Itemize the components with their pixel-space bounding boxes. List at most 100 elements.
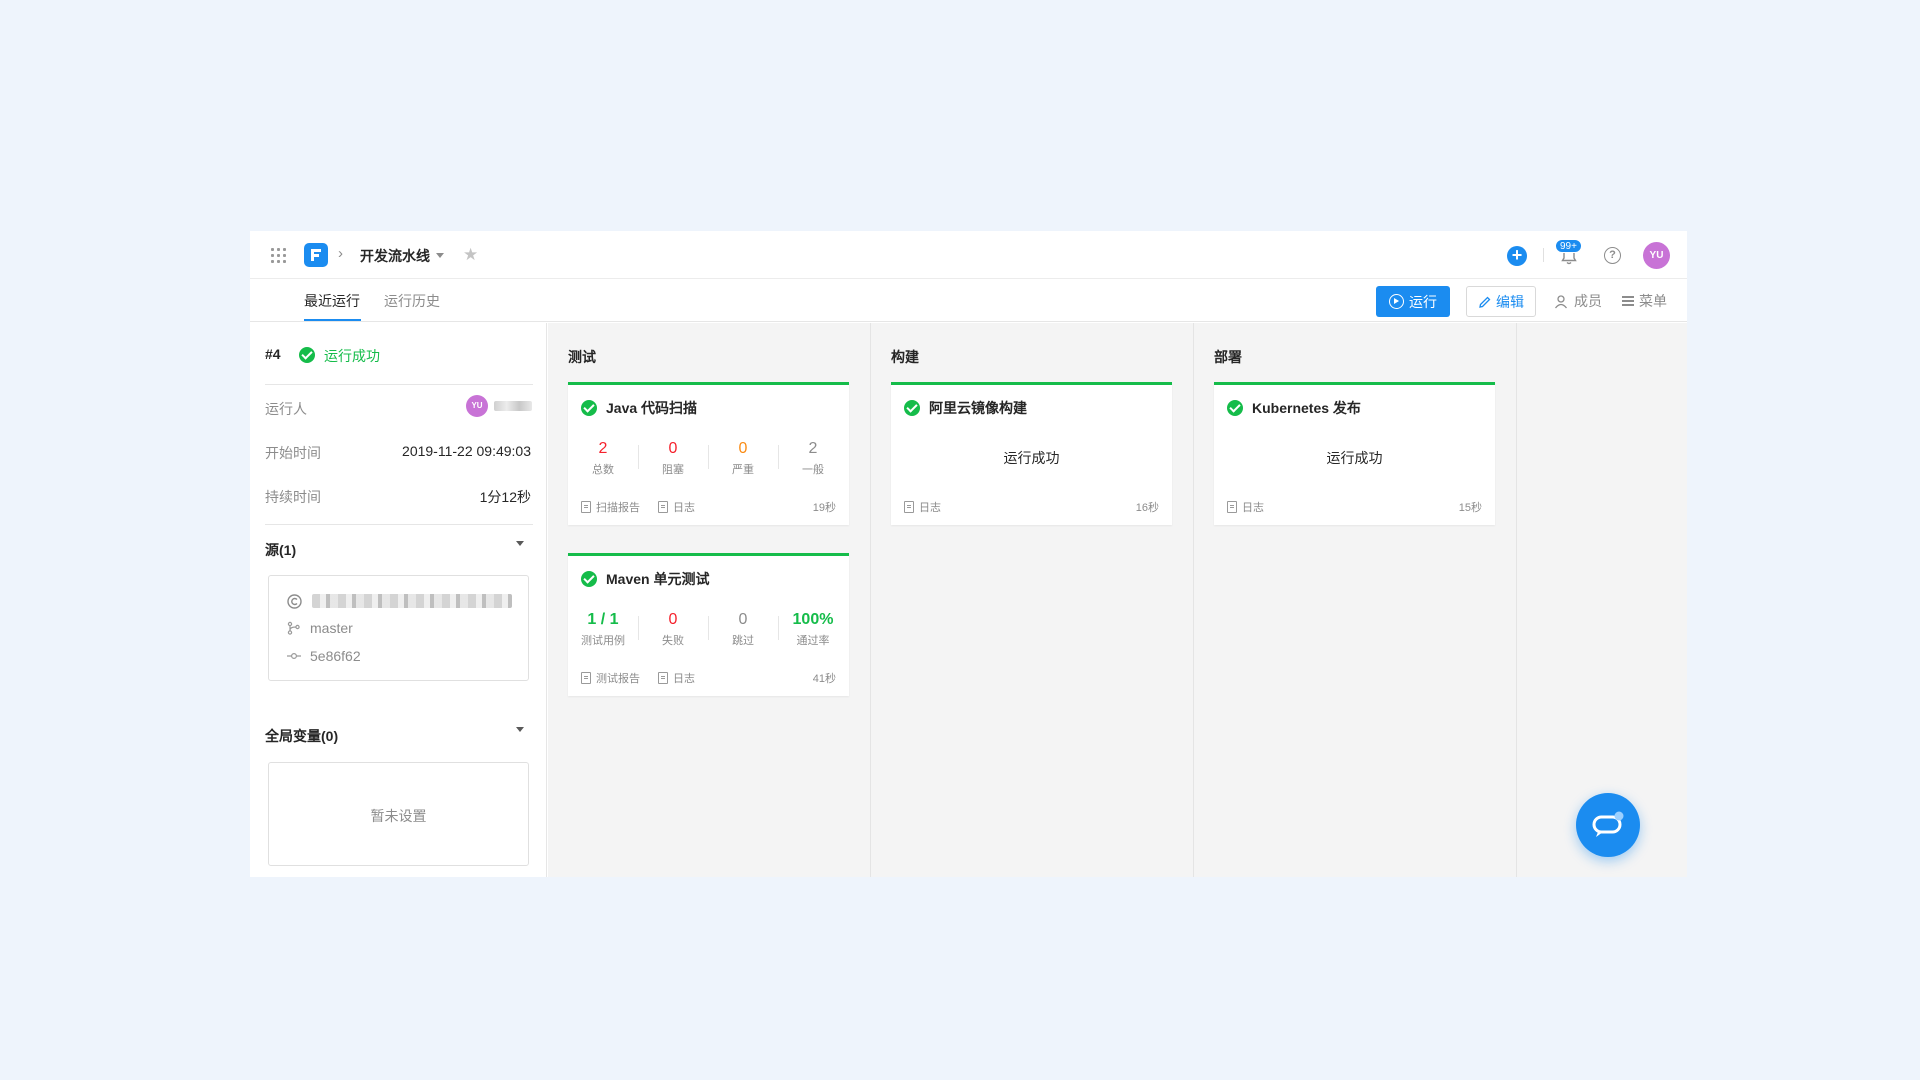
scan-report-link[interactable]: 扫描报告 — [596, 499, 640, 515]
job-duration: 16秒 — [1135, 502, 1159, 514]
job-status: 运行成功 — [1003, 450, 1060, 466]
runner-label: 运行人 — [265, 401, 307, 417]
metric-label: 严重 — [732, 464, 754, 476]
run-button[interactable]: 运行 — [1376, 286, 1450, 317]
stage-deploy: 部署 Kubernetes 发布 运行成功 日志 15秒 — [1194, 323, 1517, 877]
job-title: Maven 单元测试 — [581, 569, 709, 589]
success-check-icon — [904, 400, 920, 416]
runner-avatar: YU — [466, 395, 488, 417]
metric-test-cases: 1 / 1 测试用例 — [568, 611, 638, 648]
variables-empty-text: 暂未设置 — [370, 808, 427, 824]
breadcrumb-chevron-icon: › — [338, 245, 343, 262]
tab-run-history[interactable]: 运行历史 — [384, 291, 440, 311]
stage-title: 部署 — [1214, 349, 1242, 365]
log-icon — [658, 501, 668, 513]
play-circle-icon — [1389, 294, 1404, 309]
menu-label: 菜单 — [1639, 293, 1667, 309]
variables-collapse-chevron-down-icon[interactable] — [516, 727, 524, 732]
help-icon[interactable]: ? — [1604, 247, 1621, 264]
pencil-icon — [1479, 296, 1491, 308]
product-logo-icon[interactable] — [304, 243, 328, 267]
menu-button[interactable]: 菜单 — [1622, 291, 1667, 311]
metric-skipped: 0 跳过 — [708, 611, 778, 648]
pipeline-app: › 开发流水线 ★ + 99+ ? YU 最近运行 运行历史 运行 编辑 成员 — [250, 231, 1687, 877]
metric-value: 2 — [598, 440, 608, 457]
branch-icon — [287, 621, 300, 635]
metric-label: 通过率 — [796, 635, 830, 647]
favorite-star-icon[interactable]: ★ — [463, 245, 478, 265]
pipeline-switch-chevron-down-icon[interactable] — [436, 253, 444, 258]
job-name: Kubernetes 发布 — [1252, 400, 1361, 416]
job-status: 运行成功 — [1326, 450, 1383, 466]
branch-name: master — [310, 620, 353, 636]
apps-grid-icon[interactable] — [271, 248, 287, 264]
duration-value: 1分12秒 — [479, 489, 531, 505]
job-duration: 15秒 — [1458, 502, 1482, 514]
log-link[interactable]: 日志 — [919, 499, 941, 515]
job-footer: 扫描报告 日志 — [581, 499, 695, 515]
metric-value: 0 — [668, 440, 678, 457]
job-title: 阿里云镜像构建 — [904, 398, 1027, 418]
hamburger-menu-icon — [1622, 294, 1634, 309]
runner-name-redacted — [494, 401, 532, 411]
divider — [265, 524, 533, 525]
edit-button-label: 编辑 — [1496, 293, 1524, 310]
variables-section-title[interactable]: 全局变量(0) — [265, 726, 338, 746]
commit-hash: 5e86f62 — [310, 648, 361, 664]
stage-test: 测试 Java 代码扫描 2 总数 0 阻塞 0 严重 2 一般 扫描报告 日志… — [548, 323, 871, 877]
job-name: 阿里云镜像构建 — [929, 400, 1027, 416]
user-avatar[interactable]: YU — [1643, 242, 1670, 269]
metric-value: 100% — [792, 611, 834, 628]
job-duration: 41秒 — [812, 673, 836, 685]
metric-value: 0 — [668, 611, 678, 628]
metric-value: 0 — [738, 440, 748, 457]
stage-build: 构建 阿里云镜像构建 运行成功 日志 16秒 — [871, 323, 1194, 877]
source-section-title[interactable]: 源(1) — [265, 540, 296, 560]
job-card-kubernetes-deploy[interactable]: Kubernetes 发布 运行成功 日志 15秒 — [1214, 382, 1495, 525]
job-title: Java 代码扫描 — [581, 398, 697, 418]
metric-total: 2 总数 — [568, 440, 638, 477]
metric-value: 0 — [738, 611, 748, 628]
job-card-aliyun-image-build[interactable]: 阿里云镜像构建 运行成功 日志 16秒 — [891, 382, 1172, 525]
create-plus-icon[interactable]: + — [1507, 246, 1527, 266]
duration-label: 持续时间 — [265, 489, 321, 505]
job-title: Kubernetes 发布 — [1227, 398, 1361, 418]
test-report-link[interactable]: 测试报告 — [596, 670, 640, 686]
log-link[interactable]: 日志 — [1242, 499, 1264, 515]
metric-label: 测试用例 — [581, 635, 625, 647]
job-card-java-scan[interactable]: Java 代码扫描 2 总数 0 阻塞 0 严重 2 一般 扫描报告 日志 19… — [568, 382, 849, 525]
job-name: Maven 单元测试 — [606, 571, 710, 587]
metric-label: 失败 — [662, 635, 684, 647]
pipeline-name[interactable]: 开发流水线 — [360, 246, 430, 266]
variables-card: 暂未设置 — [268, 762, 529, 866]
metric-label: 总数 — [592, 464, 614, 476]
metric-normal: 2 一般 — [778, 440, 848, 477]
job-footer: 测试报告 日志 — [581, 670, 695, 686]
log-link[interactable]: 日志 — [673, 670, 695, 686]
user-icon — [1554, 294, 1568, 308]
metric-value: 2 — [808, 440, 818, 457]
log-link[interactable]: 日志 — [673, 499, 695, 515]
edit-button[interactable]: 编辑 — [1466, 286, 1536, 317]
divider — [265, 384, 533, 385]
job-footer: 日志 — [1227, 499, 1264, 515]
job-name: Java 代码扫描 — [606, 400, 698, 416]
metric-label: 跳过 — [732, 635, 754, 647]
start-time-value: 2019-11-22 09:49:03 — [402, 443, 531, 459]
job-footer: 日志 — [904, 499, 941, 515]
metric-value: 1 / 1 — [587, 611, 619, 628]
members-button[interactable]: 成员 — [1554, 291, 1602, 311]
source-card[interactable]: master 5e86f62 — [268, 575, 529, 681]
source-collapse-chevron-down-icon[interactable] — [516, 541, 524, 546]
report-icon — [581, 501, 591, 513]
metric-label: 一般 — [802, 464, 824, 476]
top-bar: › 开发流水线 ★ + 99+ ? YU — [250, 231, 1687, 279]
success-check-icon — [299, 347, 315, 363]
chat-support-button[interactable] — [1576, 793, 1640, 857]
success-check-icon — [581, 571, 597, 587]
codeup-repo-icon — [287, 594, 302, 609]
job-card-maven-test[interactable]: Maven 单元测试 1 / 1 测试用例 0 失败 0 跳过 100% 通过率… — [568, 553, 849, 696]
success-check-icon — [581, 400, 597, 416]
tabs-row: 最近运行 运行历史 运行 编辑 成员 菜单 — [250, 279, 1687, 322]
tab-recent-runs[interactable]: 最近运行 — [304, 291, 360, 311]
